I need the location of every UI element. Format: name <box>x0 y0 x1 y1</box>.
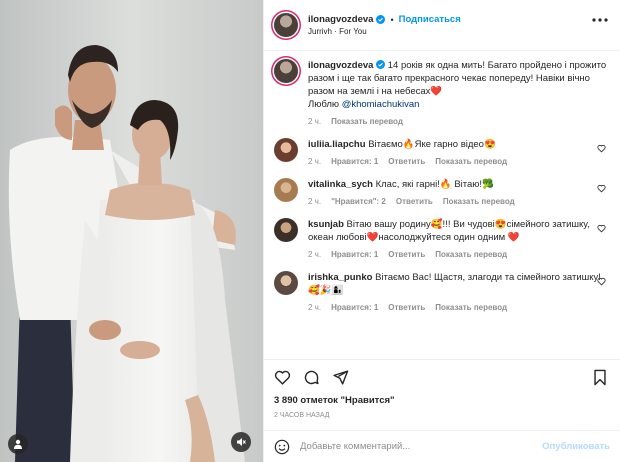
add-comment-bar: Опубликовать <box>264 430 620 462</box>
separator-dot: • <box>390 14 394 25</box>
comment-time[interactable]: 2 ч. <box>308 197 321 206</box>
comment-content: Вітаємо🔥Яке гарно відео😍 <box>368 139 496 150</box>
header-line: ilonagvozdeva • Подписаться <box>308 14 461 25</box>
comment-meta: 2 ч. Нравится: 1 Ответить Показать перев… <box>308 303 608 312</box>
header-username[interactable]: ilonagvozdeva <box>308 14 373 25</box>
comments-list[interactable]: ilonagvozdeva 14 років як одна мить! Баг… <box>264 51 620 359</box>
header-subtitle[interactable]: Jurrivh · For You <box>308 27 461 36</box>
translate-button[interactable]: Показать перевод <box>435 303 507 312</box>
comment-meta: 2 ч. Нравится: 1 Ответить Показать перев… <box>308 250 608 259</box>
comment-item: vitalinka_sych Клас, які гарні!🔥 Вітаю!🥦… <box>274 178 610 206</box>
reply-button[interactable]: Ответить <box>388 157 425 166</box>
reply-button[interactable]: Ответить <box>396 197 433 206</box>
comment-time[interactable]: 2 ч. <box>308 157 321 166</box>
comment-like-heart-icon[interactable] <box>597 224 606 233</box>
comment-avatar[interactable] <box>274 218 298 242</box>
emoji-icon[interactable] <box>274 439 290 455</box>
reply-button[interactable]: Ответить <box>388 250 425 259</box>
comment-item: irishka_punko Вітаємо Вас! Щастя, злагод… <box>274 271 610 312</box>
comment-text: vitalinka_sych Клас, які гарні!🔥 Вітаю!🥦 <box>308 178 608 191</box>
comment-item: ksunjab Вітаю вашу родину🥰!!! Ви чудові😍… <box>274 218 610 259</box>
publish-button[interactable]: Опубликовать <box>542 441 610 452</box>
caption-mention[interactable]: @khomiachukivan <box>342 99 420 110</box>
instagram-post: ilonagvozdeva • Подписаться Jurrivh · Fo… <box>0 0 620 462</box>
comment-time[interactable]: 2 ч. <box>308 250 321 259</box>
bookmark-icon[interactable] <box>592 369 608 386</box>
post-media[interactable] <box>0 0 263 462</box>
caption-avatar[interactable] <box>274 59 298 83</box>
post-photo <box>0 0 263 462</box>
caption-content-2: Люблю <box>308 99 342 110</box>
post-actions <box>264 359 620 395</box>
comment-like-heart-icon[interactable] <box>597 184 606 193</box>
translate-button[interactable]: Показать перевод <box>435 157 507 166</box>
comment-likes[interactable]: Нравится: 1 <box>331 250 378 259</box>
post-sidebar: ilonagvozdeva • Подписаться Jurrivh · Fo… <box>263 0 620 462</box>
comment-meta: 2 ч. Нравится: 1 Ответить Показать перев… <box>308 157 608 166</box>
comment-like-heart-icon[interactable] <box>597 277 606 286</box>
comment-body: irishka_punko Вітаємо Вас! Щастя, злагод… <box>308 271 608 312</box>
comment-likes[interactable]: "Нравится": 2 <box>331 197 386 206</box>
caption-item: ilonagvozdeva 14 років як одна мить! Баг… <box>274 59 610 126</box>
caption-username[interactable]: ilonagvozdeva <box>308 60 373 71</box>
comment-username[interactable]: irishka_punko <box>308 272 372 283</box>
sound-off-icon[interactable] <box>231 432 251 452</box>
comment-item: iuliia.liapchu Вітаємо🔥Яке гарно відео😍 … <box>274 138 610 166</box>
caption-text: ilonagvozdeva 14 років як одна мить! Баг… <box>308 59 608 111</box>
comment-text: ksunjab Вітаю вашу родину🥰!!! Ви чудові😍… <box>308 218 608 244</box>
follow-button[interactable]: Подписаться <box>399 14 461 25</box>
reply-button[interactable]: Ответить <box>388 303 425 312</box>
comment-avatar[interactable] <box>274 178 298 202</box>
comment-body: vitalinka_sych Клас, які гарні!🔥 Вітаю!🥦… <box>308 178 608 206</box>
comment-time[interactable]: 2 ч. <box>308 303 321 312</box>
comment-meta: 2 ч. "Нравится": 2 Ответить Показать пер… <box>308 197 608 206</box>
comment-username[interactable]: vitalinka_sych <box>308 179 373 190</box>
translate-button[interactable]: Показать перевод <box>435 250 507 259</box>
share-icon[interactable] <box>332 369 349 386</box>
comment-content: Вітаю вашу родину🥰!!! Ви чудові😍сімейног… <box>308 219 590 243</box>
caption-time[interactable]: 2 ч. <box>308 117 321 126</box>
comment-username[interactable]: iuliia.liapchu <box>308 139 366 150</box>
comment-like-heart-icon[interactable] <box>597 144 606 153</box>
comment-content: Клас, які гарні!🔥 Вітаю!🥦 <box>375 179 494 190</box>
comment-icon[interactable] <box>303 369 320 386</box>
comment-body: ksunjab Вітаю вашу родину🥰!!! Ви чудові😍… <box>308 218 608 259</box>
caption-meta: 2 ч. Показать перевод <box>308 117 608 126</box>
heart-icon[interactable] <box>274 369 291 386</box>
comment-avatar[interactable] <box>274 138 298 162</box>
caption-body: ilonagvozdeva 14 років як одна мить! Баг… <box>308 59 608 126</box>
header-text: ilonagvozdeva • Подписаться Jurrivh · Fo… <box>308 14 461 36</box>
translate-button[interactable]: Показать перевод <box>443 197 515 206</box>
comment-likes[interactable]: Нравится: 1 <box>331 303 378 312</box>
comment-username[interactable]: ksunjab <box>308 219 344 230</box>
comment-avatar[interactable] <box>274 271 298 295</box>
likes-count[interactable]: 3 890 отметок "Нравится" <box>264 395 620 409</box>
caption-verified-icon <box>376 60 386 69</box>
comment-text: irishka_punko Вітаємо Вас! Щастя, злагод… <box>308 271 608 297</box>
verified-badge-icon <box>376 15 386 24</box>
avatar-icon[interactable] <box>274 13 298 37</box>
comment-input[interactable] <box>300 441 543 452</box>
post-header: ilonagvozdeva • Подписаться Jurrivh · Fo… <box>264 0 620 51</box>
more-horizontal-icon[interactable] <box>592 18 608 22</box>
user-tag-icon[interactable] <box>8 434 28 454</box>
comment-text: iuliia.liapchu Вітаємо🔥Яке гарно відео😍 <box>308 138 608 151</box>
caption-translate[interactable]: Показать перевод <box>331 117 403 126</box>
comment-body: iuliia.liapchu Вітаємо🔥Яке гарно відео😍 … <box>308 138 608 166</box>
post-time[interactable]: 2 часов назад <box>264 409 620 425</box>
comment-likes[interactable]: Нравится: 1 <box>331 157 378 166</box>
